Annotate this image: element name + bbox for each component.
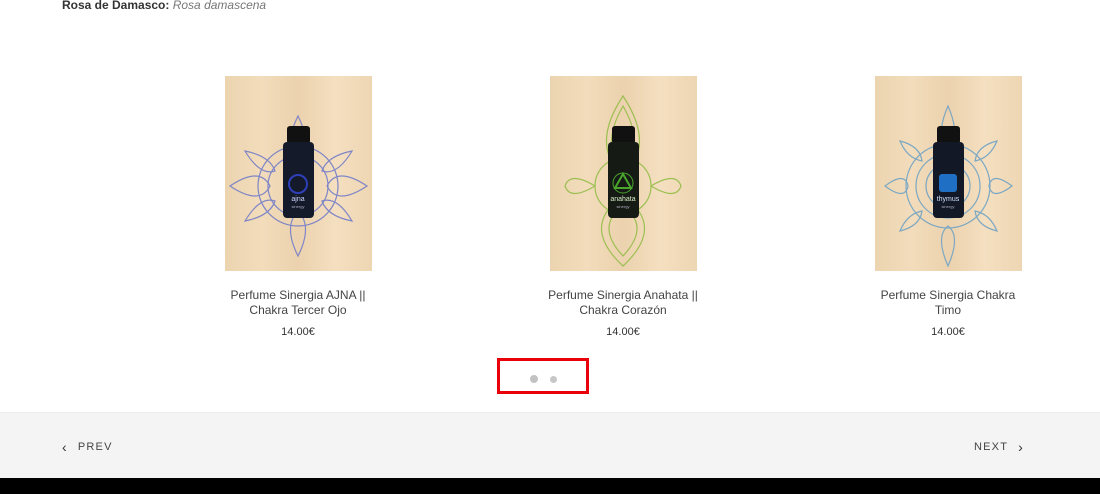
prev-link[interactable]: ‹ PREV — [62, 438, 113, 455]
carousel-dot-1[interactable] — [530, 375, 538, 383]
svg-text:sinergy: sinergy — [291, 204, 304, 209]
product-card-anahata[interactable]: anahata sinergy Perfume Sinergia Anahata… — [473, 76, 773, 338]
product-image[interactable]: thymus sinergy — [874, 76, 1022, 271]
svg-text:anahata: anahata — [610, 196, 635, 203]
ingredient-line: Rosa de Damasco: Rosa damascena — [62, 0, 266, 12]
product-price: 14.00€ — [606, 326, 640, 338]
product-price: 14.00€ — [281, 326, 315, 338]
chevron-right-icon: › — [1018, 438, 1024, 455]
product-title[interactable]: Perfume Sinergia Anahata || Chakra Coraz… — [543, 288, 703, 318]
post-navigation: ‹ PREV NEXT › — [0, 412, 1100, 479]
ingredient-latin-name: Rosa damascena — [172, 0, 267, 12]
carousel-pagination — [497, 358, 589, 394]
product-illustration: anahata sinergy — [563, 94, 682, 267]
carousel-dot-2[interactable] — [550, 376, 557, 383]
product-price: 14.00€ — [931, 326, 965, 338]
product-title[interactable]: Perfume Sinergia Chakra Timo — [868, 288, 1028, 318]
footer-bar — [0, 478, 1100, 494]
product-card-thymus[interactable]: thymus sinergy Perfume Sinergia Chakra T… — [798, 76, 1098, 338]
product-illustration: thymus sinergy — [883, 104, 1013, 268]
svg-text:sinergy: sinergy — [616, 204, 629, 209]
chevron-left-icon: ‹ — [62, 438, 68, 455]
product-title[interactable]: Perfume Sinergia AJNA || Chakra Tercer O… — [218, 288, 378, 318]
product-image[interactable]: ajna sinergy — [224, 76, 372, 271]
ingredient-name: Rosa de Damasco: — [62, 0, 170, 12]
next-label: NEXT — [973, 441, 1009, 453]
svg-text:sinergy: sinergy — [941, 204, 954, 209]
prev-label: PREV — [77, 441, 113, 453]
product-illustration: ajna sinergy — [228, 114, 368, 258]
product-card-ajna[interactable]: ajna sinergy Perfume Sinergia AJNA || Ch… — [148, 76, 448, 338]
product-image[interactable]: anahata sinergy — [549, 76, 697, 271]
svg-text:thymus: thymus — [936, 196, 959, 203]
next-link[interactable]: NEXT › — [973, 438, 1024, 455]
svg-text:ajna: ajna — [291, 196, 304, 203]
